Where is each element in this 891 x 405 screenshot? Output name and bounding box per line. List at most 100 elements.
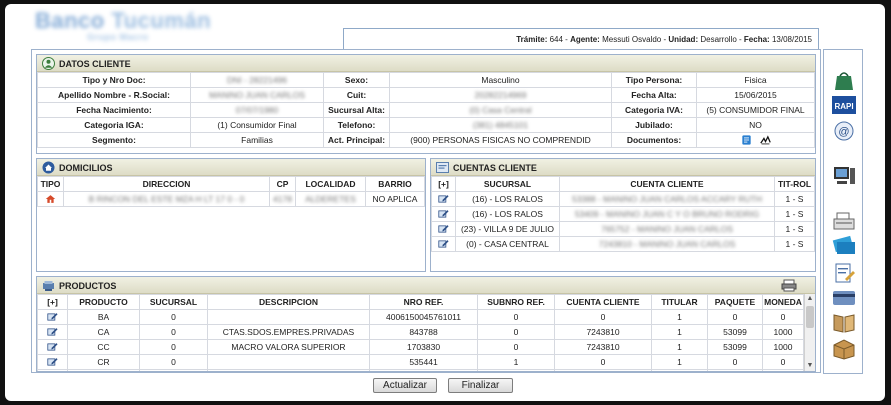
column-header: CUENTA CLIENTE (559, 176, 775, 192)
account-row[interactable]: (0) - CASA CENTRAL 7243810 - MANINO JUAN … (431, 236, 815, 252)
signature-icon[interactable] (759, 135, 771, 145)
printer-icon[interactable] (781, 279, 797, 292)
column-header: DIRECCION (63, 176, 270, 192)
book-icon[interactable] (831, 312, 857, 334)
account-row[interactable]: (16) - LOS RALOS 53388 - MANINO JUAN CARL… (431, 191, 815, 207)
client-data-row: Categoria IGA: (1) Consumidor Final Telefo… (37, 117, 815, 133)
product-row[interactable]: CC053544110100 (37, 369, 804, 371)
edit-record-icon[interactable] (47, 342, 58, 352)
table-cell: 1 (651, 369, 708, 371)
table-cell: CA (67, 324, 140, 340)
table-cell: 0 (139, 354, 208, 370)
account-row[interactable]: (23) - VILLA 9 DE JULIO 765752 - MANINO J… (431, 221, 815, 237)
product-row[interactable]: CC 0 MACRO VALORA SUPERIOR 1703830 0 7243810 1… (37, 339, 804, 355)
table-cell: NO APLICA (365, 191, 425, 207)
table-cell: BA (67, 309, 140, 325)
accounts-table: [+] SUCURSAL CUENTA CLIENTE TIT-ROL (16) - … (431, 176, 815, 252)
edit-document-icon[interactable] (831, 262, 857, 284)
scroll-up-arrow-icon[interactable]: ▲ (806, 295, 814, 303)
main-content-frame: DATOS CLIENTE Tipo y Nro Doc: DNI - 28221… (31, 49, 821, 373)
scroll-down-arrow-icon[interactable]: ▼ (806, 362, 814, 370)
cash-register-icon[interactable] (831, 210, 857, 232)
products-table-wrap: [+] PRODUCTO SUCURSAL DESCRIPCION NRO REF. SU… (37, 294, 804, 371)
table-cell: (23) - VILLA 9 DE JULIO (455, 221, 560, 237)
field-label: Categoria IGA: (37, 117, 191, 133)
client-data-panel: DATOS CLIENTE Tipo y Nro Doc: DNI - 28221… (36, 54, 816, 154)
table-cell: 53099 (707, 324, 763, 340)
column-header: CUENTA CLIENTE (554, 294, 652, 310)
field-value: Masculino (389, 72, 612, 88)
expand-all-button[interactable]: [+] (431, 176, 456, 192)
bag-icon[interactable] (831, 70, 857, 92)
update-button[interactable]: Actualizar (373, 378, 437, 393)
cards-icon[interactable] (831, 235, 857, 257)
table-cell: MACRO VALORA SUPERIOR (207, 339, 370, 355)
table-cell: 0 (139, 324, 208, 340)
field-label: Act. Principal: (323, 132, 390, 148)
product-row[interactable]: CR 0 535441 1 0 1 0 0 (37, 354, 804, 370)
field-label: Tipo y Nro Doc: (37, 72, 191, 88)
table-cell: 7243810 - MANINO JUAN CARLOS (559, 236, 775, 252)
table-cell: 1000 (762, 324, 804, 340)
credit-card-icon[interactable] (831, 287, 857, 309)
column-header: SUBNRO REF. (477, 294, 555, 310)
finish-button[interactable]: Finalizar (448, 378, 513, 393)
edit-record-icon[interactable] (438, 194, 449, 204)
table-cell (207, 369, 370, 371)
field-value: Familias (190, 132, 324, 148)
products-scrollbar[interactable]: ▲ ▼ (804, 294, 815, 371)
home-icon (42, 161, 55, 174)
table-cell: 53409 - MANINO JUAN C Y O BRUNO RODRIG (559, 206, 775, 222)
table-cell: 0 (554, 369, 652, 371)
field-label: Jubilado: (611, 117, 697, 133)
table-cell: 1 (651, 309, 708, 325)
rapipago-icon[interactable]: RAPI (831, 94, 857, 116)
column-header: NRO REF. (369, 294, 478, 310)
products-panel: PRODUCTOS [+] PRODUCTO SUCURSAL DESCRIPCION… (36, 276, 816, 372)
edit-record-icon[interactable] (47, 327, 58, 337)
document-icon[interactable] (741, 135, 752, 145)
house-icon[interactable] (45, 194, 56, 204)
table-cell: B RINCON DEL ESTE MZA H LT 17 0 - 0 (63, 191, 270, 207)
field-label: Categoria IVA: (611, 102, 697, 118)
column-header: TITULAR (651, 294, 708, 310)
svg-text:RAPI: RAPI (834, 102, 853, 111)
table-cell: 53099 (707, 339, 763, 355)
edit-record-icon[interactable] (438, 209, 449, 219)
table-cell: 7243810 (554, 324, 652, 340)
edit-cell (431, 206, 456, 222)
field-value: (0) Casa Central (389, 102, 612, 118)
right-toolbar: RAPI @ (823, 49, 863, 374)
client-data-row: Segmento: Familias Act. Principal: (900) PE… (37, 132, 815, 148)
box-icon[interactable] (831, 338, 857, 360)
account-row[interactable]: (16) - LOS RALOS 53409 - MANINO JUAN C Y … (431, 206, 815, 222)
email-icon[interactable]: @ (831, 120, 857, 142)
field-label: Documentos: (611, 132, 697, 148)
edit-record-icon[interactable] (47, 357, 58, 367)
field-label: Sexo: (323, 72, 390, 88)
address-row[interactable]: B RINCON DEL ESTE MZA H LT 17 0 - 0 4178 A… (37, 191, 425, 207)
table-cell: 4006150045761011 (369, 309, 478, 325)
table-cell: 0 (139, 309, 208, 325)
edit-record-icon[interactable] (438, 224, 449, 234)
client-data-row: Fecha Nacimiento: 07/07/1980 Sucursal Alta… (37, 102, 815, 118)
scroll-thumb[interactable] (806, 306, 814, 328)
edit-cell (431, 221, 456, 237)
computer-icon[interactable] (831, 165, 857, 187)
edit-record-icon[interactable] (47, 312, 58, 322)
table-cell: 0 (707, 354, 763, 370)
edit-cell (431, 191, 456, 207)
column-header: SUCURSAL (455, 176, 560, 192)
edit-record-icon[interactable] (438, 239, 449, 249)
product-row[interactable]: CA 0 CTAS.SDOS.EMPRES.PRIVADAS 843788 0 72438… (37, 324, 804, 340)
table-cell: 7243810 (554, 339, 652, 355)
table-cell: 0 (139, 339, 208, 355)
field-label: Cuit: (323, 87, 390, 103)
addresses-table: TIPO DIRECCION CP LOCALIDAD BARRIO B RINCON … (37, 176, 425, 207)
table-cell: 1 (651, 324, 708, 340)
addresses-title: DOMICILIOS (37, 159, 425, 176)
product-row[interactable]: BA 0 4006150045761011 0 0 1 0 0 (37, 309, 804, 325)
expand-all-button[interactable]: [+] (37, 294, 68, 310)
table-cell: 1703830 (369, 339, 478, 355)
column-header: SUCURSAL (139, 294, 208, 310)
